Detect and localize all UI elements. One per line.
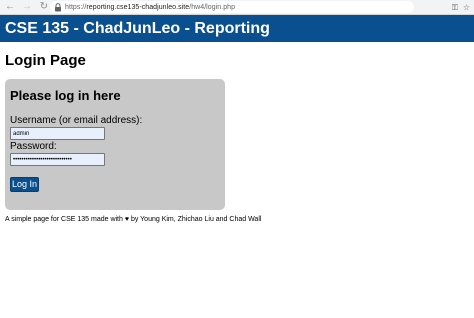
- login-button[interactable]: Log In: [10, 177, 39, 192]
- footer-text: A simple page for CSE 135 made with ♥ by…: [5, 216, 262, 223]
- password-input[interactable]: [10, 153, 105, 166]
- page-title: Login Page: [5, 52, 86, 69]
- browser-toolbar: ← → ↻ https://reporting.cse135-chadjunle…: [0, 0, 474, 15]
- login-heading: Please log in here: [10, 88, 121, 103]
- key-icon[interactable]: ⚿: [452, 1, 458, 14]
- username-input[interactable]: [10, 127, 105, 140]
- forward-icon[interactable]: →: [20, 0, 34, 14]
- password-label: Password:: [10, 141, 57, 152]
- url-text: https://reporting.cse135-chadjunleo.site…: [65, 4, 235, 11]
- url-host: reporting.cse135-chadjunleo.site: [86, 3, 190, 11]
- address-bar[interactable]: https://reporting.cse135-chadjunleo.site…: [50, 1, 414, 13]
- lock-icon[interactable]: [54, 2, 62, 12]
- login-form: Please log in here Username (or email ad…: [5, 79, 225, 210]
- site-header: CSE 135 - ChadJunLeo - Reporting: [0, 15, 474, 42]
- star-icon[interactable]: ☆: [463, 1, 470, 14]
- reload-icon[interactable]: ↻: [37, 0, 51, 14]
- back-icon[interactable]: ←: [3, 0, 17, 14]
- site-title: CSE 135 - ChadJunLeo - Reporting: [5, 19, 270, 37]
- url-path: /hw4/login.php: [189, 3, 236, 11]
- url-prefix: https://: [65, 3, 87, 11]
- toolbar-actions: ⚿ ☆: [452, 1, 470, 14]
- username-label: Username (or email address):: [10, 115, 143, 126]
